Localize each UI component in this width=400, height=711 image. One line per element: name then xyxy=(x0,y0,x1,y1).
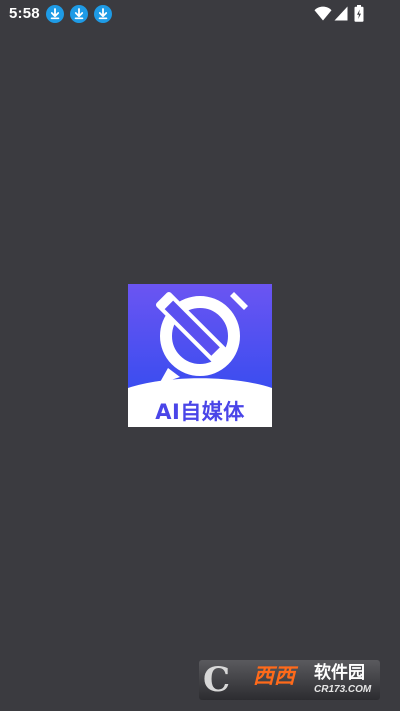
watermark-logo: C 西西 软件园 CR173.COM xyxy=(199,660,380,700)
wifi-icon xyxy=(314,6,332,26)
watermark-domain: CR173.COM xyxy=(314,684,372,695)
splash-screen: 5:58 AI自媒体 C 西西 软件园 CR173.COM xyxy=(0,0,400,711)
app-logo: AI自媒体 xyxy=(128,284,272,427)
status-bar: 5:58 xyxy=(0,0,400,28)
watermark-letter: C xyxy=(203,660,231,700)
battery-icon xyxy=(354,5,364,27)
system-icons xyxy=(314,5,370,23)
download-icon xyxy=(70,5,88,23)
status-time: 5:58 xyxy=(9,5,40,22)
download-icon xyxy=(46,5,64,23)
download-icon xyxy=(94,5,112,23)
watermark-title: 软件园 xyxy=(314,663,365,683)
logo-caption: AI自媒体 xyxy=(155,400,245,424)
signal-icon xyxy=(334,6,348,26)
watermark-brand: 西西 xyxy=(253,664,295,688)
